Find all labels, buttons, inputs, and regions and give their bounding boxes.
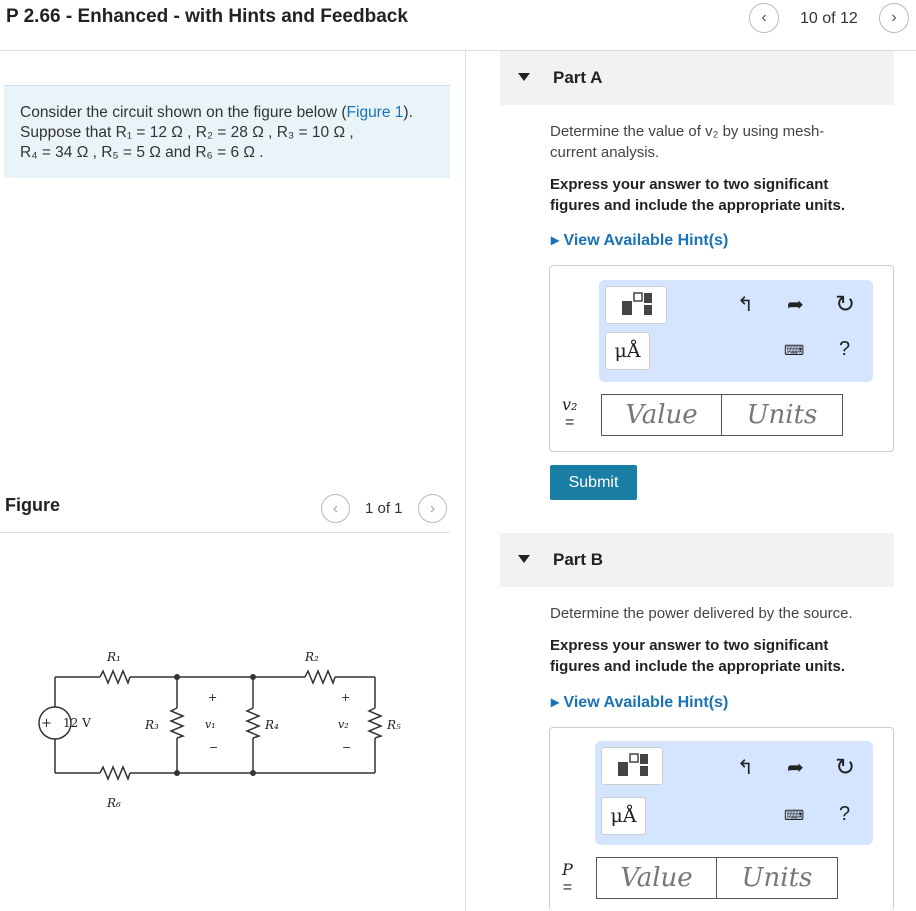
r1-label: R₁ xyxy=(106,650,121,664)
figure-heading: Figure xyxy=(5,495,61,515)
intro-text-suffix: ). xyxy=(403,104,413,121)
prev-item-button[interactable]: ‹ xyxy=(749,3,779,33)
resistor-r6 xyxy=(99,765,131,782)
v2-minus: − xyxy=(342,741,351,754)
collapse-triangle-icon xyxy=(518,73,530,81)
units-button[interactable]: μÅ xyxy=(601,797,646,835)
variable-symbol: v₂ xyxy=(562,395,578,414)
part-a-hint-link[interactable]: ▸ View Available Hint(s) xyxy=(551,230,728,250)
figure-link[interactable]: Figure 1 xyxy=(347,104,404,121)
part-a-answer-box: μÅ ↰ ➦ ↻ ⌨ ? v₂ = Value Units xyxy=(549,265,894,452)
resistor-r1 xyxy=(99,669,131,686)
undo-icon[interactable]: ↰ xyxy=(737,292,754,317)
part-a-submit-button[interactable]: Submit xyxy=(550,465,637,500)
resistor-r4 xyxy=(245,707,262,739)
part-b-label: Part B xyxy=(553,550,604,569)
redo-icon[interactable]: ➦ xyxy=(787,292,804,317)
part-a-instruction-line: figures and include the appropriate unit… xyxy=(550,197,846,214)
help-button[interactable]: ? xyxy=(839,803,850,826)
v1-minus: − xyxy=(209,741,218,754)
chevron-right-icon: › xyxy=(891,9,897,26)
resistor-r5 xyxy=(367,707,384,739)
chevron-right-icon: › xyxy=(429,499,436,517)
collapse-triangle-icon xyxy=(518,555,530,563)
part-a-value-input[interactable]: Value xyxy=(601,394,722,436)
help-button[interactable]: ? xyxy=(839,338,850,361)
keyboard-icon[interactable]: ⌨ xyxy=(784,342,804,359)
part-a-question-line: current analysis. xyxy=(550,144,660,161)
v2-label: v₂ xyxy=(338,718,349,731)
part-b-units-input[interactable]: Units xyxy=(716,857,838,899)
part-b-header[interactable]: Part B xyxy=(500,533,894,587)
item-pager: 10 of 12 xyxy=(800,10,858,27)
r6-label: R₆ xyxy=(106,796,121,810)
fraction-template-button[interactable] xyxy=(601,747,663,785)
figure-prev-button[interactable]: ‹ xyxy=(321,494,350,523)
units-button[interactable]: μÅ xyxy=(605,332,650,370)
part-a-label: Part A xyxy=(553,68,603,87)
variable-symbol: P xyxy=(562,860,573,879)
part-a-question: Determine the value of v₂ by using mesh-… xyxy=(550,121,824,163)
template-icon xyxy=(618,753,648,776)
equals-sign: = xyxy=(562,879,573,896)
v1-plus: + xyxy=(208,691,217,704)
part-b-question: Determine the power delivered by the sou… xyxy=(550,605,853,622)
part-b-instruction-line: figures and include the appropriate unit… xyxy=(550,658,846,675)
part-a-variable-label: v₂ = xyxy=(562,396,577,432)
intro-values-line: Suppose that R₁ = 12 Ω , R₂ = 28 Ω , R₃ … xyxy=(20,124,354,141)
reset-icon[interactable]: ↻ xyxy=(835,290,855,319)
undo-icon[interactable]: ↰ xyxy=(737,755,754,780)
figure-next-button[interactable]: › xyxy=(418,494,447,523)
fraction-template-button[interactable] xyxy=(605,286,667,324)
resistor-r2 xyxy=(304,669,336,686)
r2-label: R₂ xyxy=(304,650,319,664)
node-dot xyxy=(250,674,256,680)
part-a-math-toolbar: μÅ ↰ ➦ ↻ ⌨ ? xyxy=(599,280,873,382)
redo-icon[interactable]: ➦ xyxy=(787,755,804,780)
source-plus: + xyxy=(41,716,52,731)
v2-plus: + xyxy=(341,691,350,704)
part-b-value-input[interactable]: Value xyxy=(596,857,717,899)
template-icon xyxy=(622,292,652,315)
problem-intro: Consider the circuit shown on the figure… xyxy=(4,85,450,178)
part-a-header[interactable]: Part A xyxy=(500,51,894,105)
next-item-button[interactable]: › xyxy=(879,3,909,33)
page-title: P 2.66 - Enhanced - with Hints and Feedb… xyxy=(6,6,408,27)
part-b-variable-label: P = xyxy=(562,861,573,897)
figure-divider xyxy=(0,532,450,533)
column-divider xyxy=(465,50,466,911)
keyboard-icon[interactable]: ⌨ xyxy=(784,807,804,824)
reset-icon[interactable]: ↻ xyxy=(835,753,855,782)
chevron-left-icon: ‹ xyxy=(332,499,339,517)
source-voltage-label: 12 V xyxy=(63,716,91,730)
part-b-math-toolbar: μÅ ↰ ➦ ↻ ⌨ ? xyxy=(595,741,873,845)
node-dot xyxy=(174,770,180,776)
part-a-units-input[interactable]: Units xyxy=(721,394,843,436)
r4-label: R₄ xyxy=(264,718,279,732)
intro-values-line: R₄ = 34 Ω , R₅ = 5 Ω and R₆ = 6 Ω . xyxy=(20,144,264,161)
part-b-instruction: Express your answer to two significant f… xyxy=(550,635,845,677)
circuit-diagram: + 12 V R₁ R₂ R₃ R₄ R₅ R₆ + v₁ − + v₂ − xyxy=(38,650,401,810)
part-b-instruction-line: Express your answer to two significant xyxy=(550,637,829,654)
r5-label: R₅ xyxy=(386,718,401,732)
chevron-left-icon: ‹ xyxy=(761,9,767,26)
figure-pager: 1 of 1 xyxy=(365,500,403,517)
node-dot xyxy=(174,674,180,680)
part-a-instruction: Express your answer to two significant f… xyxy=(550,174,845,216)
resistor-r3 xyxy=(169,707,186,739)
part-b-answer-box: μÅ ↰ ➦ ↻ ⌨ ? P = Value Units xyxy=(549,727,894,911)
part-b-hint-link[interactable]: ▸ View Available Hint(s) xyxy=(551,692,728,712)
part-a-question-line: Determine the value of v₂ by using mesh- xyxy=(550,123,825,140)
equals-sign: = xyxy=(565,414,575,431)
r3-label: R₃ xyxy=(144,718,159,732)
node-dot xyxy=(250,770,256,776)
part-a-instruction-line: Express your answer to two significant xyxy=(550,176,829,193)
v1-label: v₁ xyxy=(205,718,216,731)
intro-text: Consider the circuit shown on the figure… xyxy=(20,104,347,121)
